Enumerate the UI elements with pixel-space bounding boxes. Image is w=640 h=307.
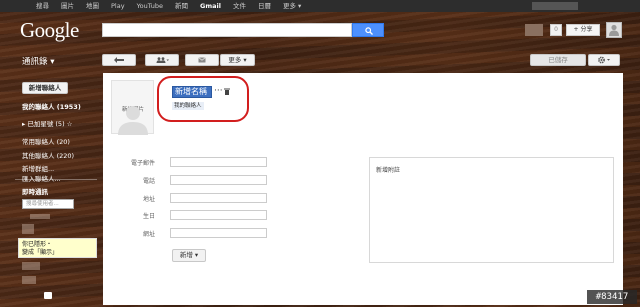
- watermark: #83417: [587, 290, 637, 304]
- nav-images[interactable]: 圖片: [55, 2, 80, 10]
- envelope-icon: [198, 57, 206, 63]
- sidebar-item-other[interactable]: 其他聯絡人 (220): [22, 150, 74, 160]
- person-icon: [609, 24, 619, 36]
- nav-news[interactable]: 新聞: [169, 2, 194, 10]
- url-field[interactable]: [170, 228, 267, 238]
- chat-title: 即時通訊: [22, 188, 48, 196]
- new-contact-button[interactable]: 新增聯絡人: [22, 82, 68, 94]
- search-button[interactable]: [352, 23, 384, 37]
- top-nav-bar: 搜尋 圖片 地圖 Play YouTube 新聞 Gmail 文件 日曆 更多 …: [0, 0, 640, 12]
- notes-placeholder: 新增附註: [376, 167, 401, 174]
- url-label: 網址: [142, 231, 155, 238]
- notes-textarea[interactable]: 新增附註: [369, 157, 614, 263]
- gear-icon: [598, 56, 610, 64]
- address-field[interactable]: [170, 193, 267, 203]
- sidebar-item-new-group[interactable]: 新增群組...: [22, 163, 54, 173]
- chat-contact-redacted[interactable]: [22, 276, 36, 284]
- nav-play[interactable]: Play: [105, 2, 131, 10]
- user-email-redacted[interactable]: [532, 2, 578, 10]
- chat-bubble-icon[interactable]: [44, 292, 52, 299]
- app-switcher[interactable]: 通訊錄 ▾: [22, 55, 54, 67]
- search-icon: [365, 27, 373, 35]
- nav-more[interactable]: 更多 ▾: [277, 2, 307, 10]
- google-logo[interactable]: Google: [20, 18, 79, 43]
- share-button[interactable]: + 分享: [566, 24, 600, 36]
- add-field-button[interactable]: 新增 ▾: [172, 249, 206, 262]
- sidebar-item-my-contacts[interactable]: 我的聯絡人 (1953): [22, 101, 81, 111]
- nav-docs[interactable]: 文件: [227, 2, 252, 10]
- groups-button[interactable]: [145, 54, 179, 66]
- status-line-2: 變成「顯示」: [22, 249, 59, 256]
- chat-contact-redacted[interactable]: [22, 262, 40, 270]
- contact-photo[interactable]: 新增圖片: [111, 80, 154, 135]
- nav-calendar[interactable]: 日曆: [252, 2, 277, 10]
- top-nav: 搜尋 圖片 地圖 Play YouTube 新聞 Gmail 文件 日曆 更多 …: [30, 2, 307, 10]
- back-button[interactable]: [102, 54, 136, 66]
- more-button[interactable]: 更多 ▾: [220, 54, 255, 66]
- chat-search-input[interactable]: 搜尋使用者...: [22, 199, 74, 209]
- settings-button[interactable]: [588, 54, 620, 66]
- email-label: 電子郵件: [130, 160, 155, 167]
- saved-button[interactable]: 已儲存: [530, 54, 586, 66]
- nav-search[interactable]: 搜尋: [30, 2, 55, 10]
- chat-avatar-redacted[interactable]: [22, 224, 34, 234]
- person-silhouette-icon: [118, 106, 148, 135]
- account-name-redacted[interactable]: [525, 24, 543, 36]
- nav-maps[interactable]: 地圖: [80, 2, 105, 10]
- notification-count[interactable]: 0: [550, 24, 562, 36]
- chat-status-box[interactable]: 你已隱形・ 變成「顯示」: [18, 238, 97, 258]
- birthday-label: 生日: [142, 213, 155, 220]
- nav-gmail[interactable]: Gmail: [194, 2, 227, 10]
- sidebar-item-import[interactable]: 匯入聯絡人...: [22, 173, 61, 183]
- annotation-highlight-circle: [157, 76, 249, 122]
- birthday-field[interactable]: [170, 210, 267, 220]
- phone-field[interactable]: [170, 175, 267, 185]
- arrow-left-icon: [114, 57, 124, 63]
- address-label: 地址: [142, 196, 155, 203]
- account-avatar[interactable]: [606, 22, 622, 38]
- email-field[interactable]: [170, 157, 267, 167]
- phone-label: 電話: [142, 178, 155, 185]
- people-icon: [156, 57, 169, 63]
- nav-youtube[interactable]: YouTube: [131, 2, 169, 10]
- email-button[interactable]: [185, 54, 219, 66]
- status-line-1: 你已隱形・: [22, 241, 53, 248]
- search-input[interactable]: [102, 23, 352, 37]
- sidebar-divider: [15, 179, 97, 180]
- sidebar-item-starred[interactable]: ▸ 已加星號 (5) ☆: [22, 118, 73, 128]
- chat-contact-redacted[interactable]: [30, 214, 50, 219]
- sidebar-item-frequent[interactable]: 常用聯絡人 (20): [22, 136, 70, 146]
